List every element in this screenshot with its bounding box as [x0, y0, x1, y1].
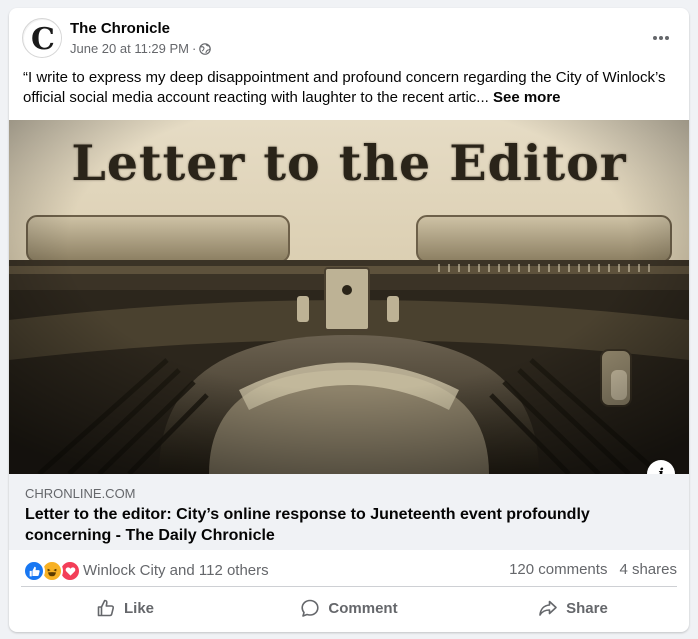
- more-options-button[interactable]: [645, 22, 677, 54]
- share-label: Share: [566, 599, 608, 617]
- see-more-link[interactable]: See more: [493, 89, 561, 106]
- like-icon: [97, 599, 115, 617]
- post-actions: Like Comment Share: [13, 590, 685, 626]
- link-domain: CHRONLINE.COM: [25, 486, 136, 501]
- actions-divider: [21, 586, 677, 587]
- chronicle-logo-icon: C: [24, 20, 61, 57]
- comment-button[interactable]: Comment: [237, 590, 461, 626]
- link-title: Letter to the editor: City’s online resp…: [25, 506, 590, 544]
- post-header: C The Chronicle June 20 at 11:29 PM ·: [9, 8, 689, 68]
- link-preview-image[interactable]: Letter to the Editor: [9, 120, 689, 474]
- reactions-summary[interactable]: Winlock City and 112 others: [83, 562, 269, 579]
- link-preview[interactable]: CHRONLINE.COM Letter to the editor: City…: [9, 474, 689, 550]
- like-reaction-icon: [23, 560, 45, 582]
- image-headline: Letter to the Editor: [71, 134, 627, 192]
- post-text: “I write to express my deep disappointme…: [23, 68, 678, 108]
- page-avatar[interactable]: C: [22, 18, 62, 58]
- share-icon: [539, 600, 557, 616]
- comments-count[interactable]: 120 comments: [509, 561, 607, 578]
- more-options-icon: [653, 36, 669, 40]
- like-button[interactable]: Like: [13, 590, 237, 626]
- share-button[interactable]: Share: [461, 590, 685, 626]
- post-body: “I write to express my deep disappointme…: [23, 69, 666, 106]
- reaction-icons[interactable]: [23, 560, 81, 582]
- globe-icon[interactable]: [199, 42, 212, 55]
- comment-icon: [301, 599, 320, 617]
- page-name-link[interactable]: The Chronicle: [70, 20, 170, 37]
- svg-text:C: C: [31, 22, 55, 57]
- post-timestamp[interactable]: June 20 at 11:29 PM: [70, 41, 189, 56]
- like-label: Like: [123, 599, 154, 617]
- reactions-bar: Winlock City and 112 others 120 comments…: [9, 554, 689, 584]
- post-meta: June 20 at 11:29 PM ·: [70, 41, 212, 56]
- engagement-counts: 120 comments 4 shares: [509, 561, 677, 578]
- meta-separator: ·: [192, 41, 197, 56]
- shares-count[interactable]: 4 shares: [619, 561, 677, 578]
- comment-label: Comment: [328, 599, 398, 617]
- post-card: C The Chronicle June 20 at 11:29 PM · “I…: [9, 8, 689, 632]
